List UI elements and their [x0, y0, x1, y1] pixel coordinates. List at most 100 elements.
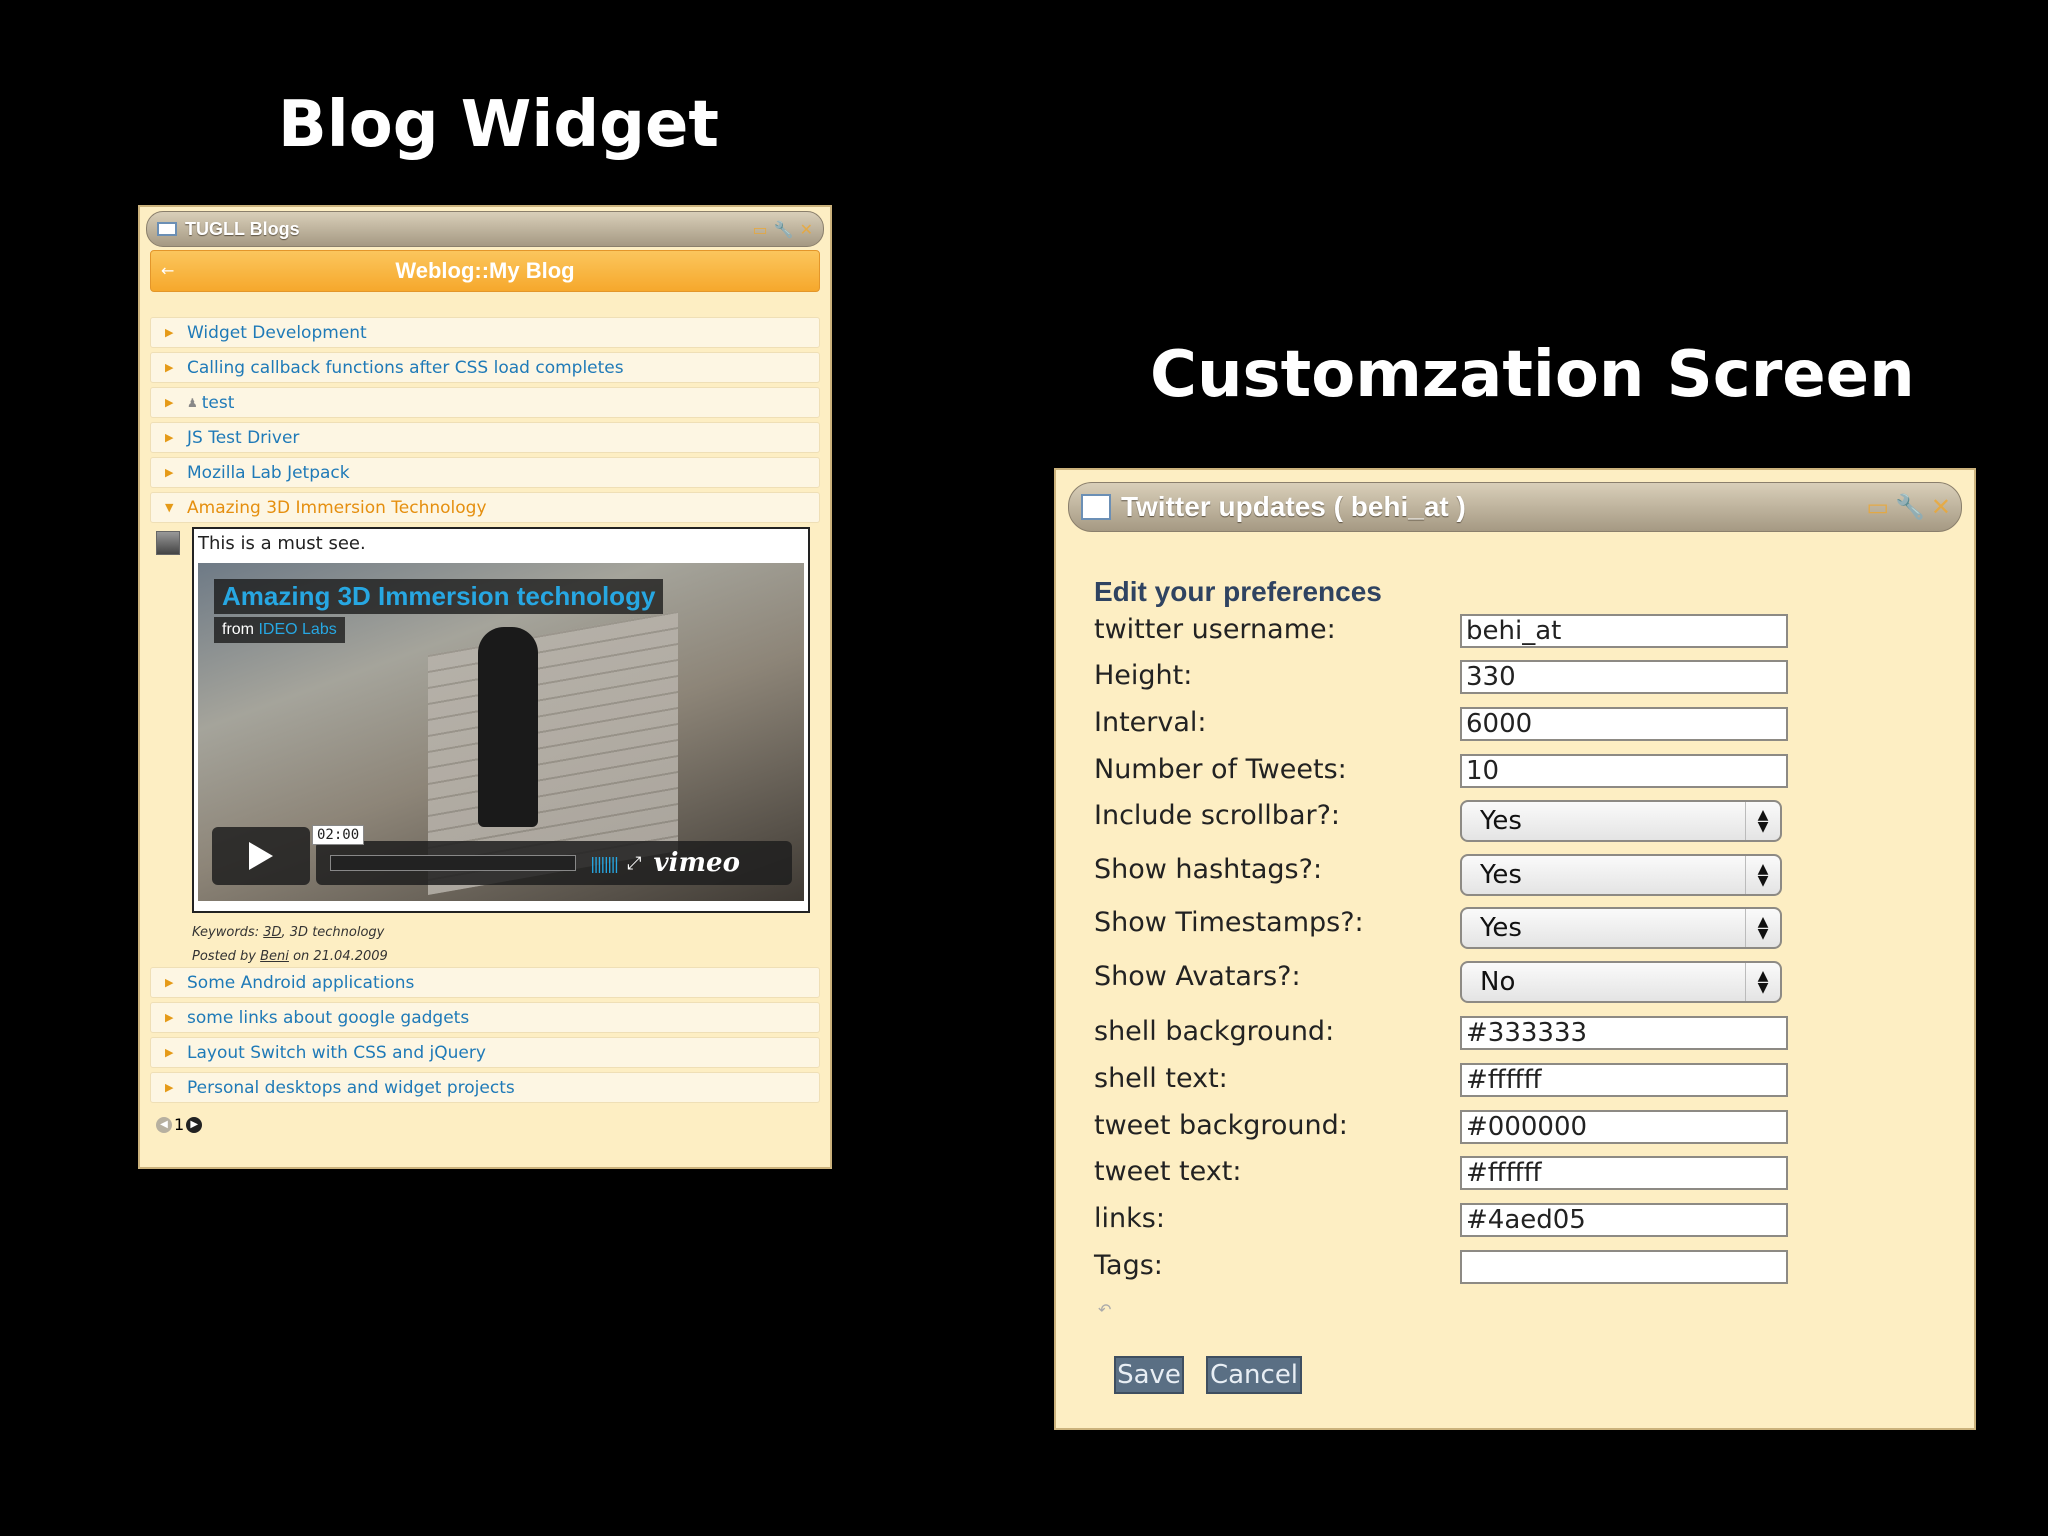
- blog-widget: TUGLL Blogs ▭ 🔧 ✕ ← Weblog::My Blog ▶ Wi…: [138, 205, 832, 1169]
- height-field[interactable]: [1460, 660, 1788, 694]
- pager: ◀ 1 ▶: [156, 1115, 203, 1134]
- post-content: This is a must see. Amazing 3D Immersion…: [192, 527, 810, 913]
- video-title[interactable]: Amazing 3D Immersion technology: [214, 579, 664, 614]
- post-item[interactable]: ▶ Personal desktops and widget projects: [150, 1072, 820, 1103]
- wrench-icon[interactable]: 🔧: [774, 220, 794, 239]
- post-title[interactable]: Some Android applications: [187, 973, 414, 993]
- shell-text-label: shell text:: [1094, 1063, 1228, 1094]
- shell-text-field[interactable]: [1460, 1063, 1788, 1097]
- timestamps-value: Yes: [1480, 913, 1522, 943]
- expand-arrow-icon: ▶: [165, 431, 174, 444]
- keyword-rest: , 3D technology: [281, 925, 385, 940]
- timestamps-select[interactable]: Yes ▲ ▼: [1460, 907, 1782, 949]
- tweet-background-field[interactable]: [1460, 1110, 1788, 1144]
- blog-widget-titlebar[interactable]: TUGLL Blogs ▭ 🔧 ✕: [146, 211, 824, 247]
- video-source-link[interactable]: IDEO Labs: [258, 621, 336, 638]
- resize-icon: ↶: [1098, 1300, 1112, 1319]
- embedded-video[interactable]: Amazing 3D Immersion technology from IDE…: [198, 563, 804, 901]
- links-field[interactable]: [1460, 1203, 1788, 1237]
- expand-arrow-icon: ▶: [165, 361, 174, 374]
- window-icon: [157, 222, 177, 236]
- close-icon[interactable]: ✕: [1931, 493, 1951, 521]
- post-excerpt: This is a must see.: [198, 533, 366, 554]
- vimeo-logo[interactable]: vimeo: [654, 848, 740, 878]
- video-controls: |||||||| ⤢ vimeo: [316, 841, 792, 885]
- username-field[interactable]: [1460, 614, 1788, 648]
- volume-icon[interactable]: ||||||||: [590, 854, 619, 873]
- select-chevron-icon: ▲ ▼: [1745, 909, 1780, 947]
- post-title[interactable]: Amazing 3D Immersion Technology: [187, 498, 487, 518]
- post-body: This is a must see. Amazing 3D Immersion…: [150, 527, 820, 964]
- blog-header-title: Weblog::My Blog: [395, 258, 575, 283]
- shell-background-label: shell background:: [1094, 1016, 1335, 1047]
- blog-header: ← Weblog::My Blog: [150, 250, 820, 292]
- post-title[interactable]: Calling callback functions after CSS loa…: [187, 358, 624, 378]
- shell-background-field[interactable]: [1460, 1016, 1788, 1050]
- post-title[interactable]: Personal desktops and widget projects: [187, 1078, 515, 1098]
- blog-widget-title: Blog Widget: [278, 88, 719, 162]
- post-title[interactable]: test: [202, 393, 235, 413]
- hashtags-select[interactable]: Yes ▲ ▼: [1460, 854, 1782, 896]
- window-icon: [1081, 494, 1111, 520]
- next-page-icon[interactable]: ▶: [186, 1116, 203, 1133]
- author-link[interactable]: Beni: [260, 949, 289, 964]
- interval-field[interactable]: [1460, 707, 1788, 741]
- fullscreen-icon[interactable]: ⤢: [627, 853, 641, 874]
- post-title[interactable]: Mozilla Lab Jetpack: [187, 463, 350, 483]
- cancel-button[interactable]: Cancel: [1206, 1356, 1302, 1394]
- username-label: twitter username:: [1094, 614, 1336, 645]
- post-title[interactable]: Layout Switch with CSS and jQuery: [187, 1043, 486, 1063]
- post-item[interactable]: ▶ Some Android applications: [150, 967, 820, 998]
- select-chevron-icon: ▲ ▼: [1745, 963, 1780, 1001]
- tags-field[interactable]: [1460, 1250, 1788, 1284]
- prev-page-icon[interactable]: ◀: [156, 1116, 172, 1133]
- post-title[interactable]: some links about google gadgets: [187, 1008, 469, 1028]
- tags-label: Tags:: [1094, 1250, 1163, 1281]
- expand-arrow-icon: ▶: [165, 1011, 174, 1024]
- customization-widget: Twitter updates ( behi_at ) ▭ 🔧 ✕ Edit y…: [1054, 468, 1976, 1430]
- post-item[interactable]: ▶ some links about google gadgets: [150, 1002, 820, 1033]
- expand-arrow-icon: ▶: [165, 326, 174, 339]
- keyword-link[interactable]: 3D: [263, 925, 281, 940]
- tweet-text-field[interactable]: [1460, 1156, 1788, 1190]
- post-list: ▶ Widget Development ▶ Calling callback …: [150, 317, 820, 1107]
- post-title[interactable]: JS Test Driver: [187, 428, 299, 448]
- save-button[interactable]: Save: [1114, 1356, 1184, 1394]
- keywords-label: Keywords:: [192, 925, 260, 940]
- person-icon: ♟: [187, 395, 198, 410]
- avatars-value: No: [1480, 967, 1516, 997]
- video-timebar[interactable]: [330, 855, 576, 871]
- wrench-icon[interactable]: 🔧: [1895, 493, 1925, 521]
- post-item[interactable]: ▶ Widget Development: [150, 317, 820, 348]
- minimize-icon[interactable]: ▭: [753, 220, 768, 239]
- post-title[interactable]: Widget Development: [187, 323, 367, 343]
- expand-arrow-icon: ▶: [165, 1081, 174, 1094]
- video-person: [478, 627, 538, 827]
- close-icon[interactable]: ✕: [800, 220, 813, 239]
- posted-by-label: Posted by: [192, 949, 256, 964]
- play-icon: [249, 842, 273, 870]
- minimize-icon[interactable]: ▭: [1866, 493, 1889, 521]
- links-label: links:: [1094, 1203, 1165, 1234]
- twitter-widget-titlebar[interactable]: Twitter updates ( behi_at ) ▭ 🔧 ✕: [1068, 482, 1962, 532]
- video-timecode: 02:00: [312, 825, 365, 845]
- tweets-label: Number of Tweets:: [1094, 754, 1347, 785]
- post-item[interactable]: ▶ Calling callback functions after CSS l…: [150, 352, 820, 383]
- expand-arrow-icon: ▶: [165, 1046, 174, 1059]
- post-item[interactable]: ▶ ♟ test: [150, 387, 820, 418]
- video-from-label: from: [222, 621, 254, 638]
- post-item[interactable]: ▶ Layout Switch with CSS and jQuery: [150, 1037, 820, 1068]
- tweet-text-label: tweet text:: [1094, 1156, 1242, 1187]
- play-button[interactable]: [212, 827, 310, 885]
- expand-arrow-icon: ▶: [165, 976, 174, 989]
- tweets-field[interactable]: [1460, 754, 1788, 788]
- scrollbar-select[interactable]: Yes ▲ ▼: [1460, 800, 1782, 842]
- post-item-open[interactable]: ▼ Amazing 3D Immersion Technology: [150, 492, 820, 523]
- hashtags-label: Show hashtags?:: [1094, 854, 1323, 885]
- posted-date: on 21.04.2009: [293, 949, 388, 964]
- avatars-select[interactable]: No ▲ ▼: [1460, 961, 1782, 1003]
- post-item[interactable]: ▶ JS Test Driver: [150, 422, 820, 453]
- customization-screen-title: Customzation Screen: [1150, 338, 1915, 412]
- back-arrow-icon[interactable]: ←: [161, 261, 174, 280]
- post-item[interactable]: ▶ Mozilla Lab Jetpack: [150, 457, 820, 488]
